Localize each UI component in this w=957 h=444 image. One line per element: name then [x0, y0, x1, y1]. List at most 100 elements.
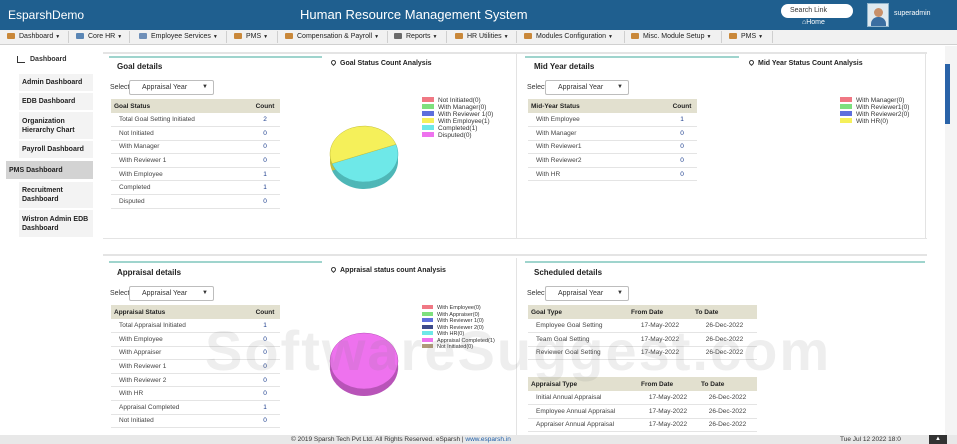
appraisal-select-label: Select	[110, 290, 130, 297]
legend-swatch	[422, 132, 434, 137]
appraisal-year-select[interactable]: Appraisal Year ▼	[129, 286, 214, 301]
sidebar-item-org-hierarchy[interactable]: Organization Hierarchy Chart	[19, 112, 93, 139]
pie-slice[interactable]	[329, 332, 399, 390]
panel-border-right	[925, 54, 926, 238]
sidebar: Dashboard Admin Dashboard EDB Dashboard …	[0, 46, 93, 444]
status-name: Not Initiated	[111, 126, 250, 141]
sched-from: 17-May-2022	[638, 418, 698, 433]
menu-hr-utilities[interactable]: HR Utilities ▼	[455, 30, 509, 44]
sidebar-item-wistron-admin-edb[interactable]: Wistron Admin EDB Dashboard	[19, 210, 93, 237]
status-count-link[interactable]: 0	[250, 140, 280, 155]
table-row: With Reviewer 10	[111, 359, 280, 374]
caret-down-icon: ▼	[55, 34, 61, 40]
appraisal-chart-title: Appraisal status count Analysis	[329, 265, 446, 274]
status-count-link[interactable]: 1	[250, 319, 280, 334]
scroll-top-button[interactable]: ▲	[929, 435, 947, 444]
caret-down-icon: ▼	[758, 34, 764, 40]
footer-website-link[interactable]: www.esparsh.in	[465, 436, 511, 443]
footer-datetime: Tue Jul 12 2022 18:0	[840, 436, 901, 443]
caret-down-icon: ▼	[212, 34, 218, 40]
status-count-link[interactable]: 2	[250, 113, 280, 128]
col-from-date: From Date	[628, 305, 692, 319]
brand-logo[interactable]: EsparshDemo	[8, 8, 84, 22]
goal-appraisal-year-select[interactable]: Appraisal Year ▼	[129, 80, 214, 95]
scrollbar-thumb[interactable]	[945, 64, 950, 124]
status-count-link[interactable]: 0	[250, 153, 280, 168]
col-count: Count	[667, 99, 697, 113]
sidebar-item-edb-dashboard[interactable]: EDB Dashboard	[19, 93, 93, 110]
midyear-details-title: Mid Year details	[534, 62, 595, 71]
status-count-link[interactable]: 1	[250, 167, 280, 182]
table-row: With Reviewer 10	[111, 153, 280, 168]
folder-icon	[631, 33, 639, 39]
top-header: EsparshDemo Human Resource Management Sy…	[0, 0, 957, 30]
table-row: Appraisal Completed 1	[111, 400, 280, 415]
status-count-link[interactable]: 0	[667, 167, 697, 182]
menu-core-hr[interactable]: Core HR ▼	[76, 30, 122, 44]
appraisal-chart-legend: With Employee(0) With Appraiser(0) With Re…	[422, 305, 495, 351]
menu-misc-module-setup[interactable]: Misc. Module Setup ▼	[631, 30, 711, 44]
menu-reports[interactable]: Reports ▼	[394, 30, 437, 44]
sidebar-item-admin-dashboard[interactable]: Admin Dashboard	[19, 74, 93, 91]
legend-label: With Employee(0)	[437, 305, 481, 311]
folder-icon	[285, 33, 293, 39]
menu-modules-configuration[interactable]: Modules Configuration ▼	[524, 30, 613, 44]
username-label[interactable]: superadmin	[894, 10, 931, 17]
status-count-link[interactable]: 0	[250, 386, 280, 402]
menu-employee-services[interactable]: Employee Services ▼	[139, 30, 218, 44]
status-count-link[interactable]: 0	[250, 373, 280, 388]
table-row: With Reviewer2 0	[528, 153, 697, 168]
legend-swatch	[422, 344, 433, 348]
table-row: Team Goal Setting 17-May-2022 26-Dec-2022	[528, 332, 757, 347]
sidebar-item-payroll-dashboard[interactable]: Payroll Dashboard	[19, 141, 93, 158]
avatar[interactable]	[867, 3, 889, 27]
status-count-link[interactable]: 0	[250, 194, 280, 209]
status-count-link[interactable]: 0	[250, 332, 280, 347]
legend-swatch	[422, 97, 434, 102]
sidebar-item-recruitment-dashboard[interactable]: Recruitment Dashboard	[19, 182, 93, 208]
sidebar-heading[interactable]: Dashboard	[0, 53, 93, 67]
status-count-link[interactable]: 1	[250, 400, 280, 415]
status-count-link[interactable]: 0	[667, 140, 697, 155]
status-name: Not Initiated	[111, 414, 250, 429]
menu-compensation-payroll[interactable]: Compensation & Payroll ▼	[285, 30, 379, 44]
status-count-link[interactable]: 0	[250, 359, 280, 374]
footer: © 2019 Sparsh Tech Pvt Ltd. All Rights R…	[0, 435, 957, 444]
panel-border-mid	[103, 238, 927, 239]
status-count-link[interactable]: 0	[667, 126, 697, 141]
legend-label: With Reviewer 1(0)	[438, 111, 494, 118]
status-name: With Reviewer 1	[111, 359, 250, 374]
caret-down-icon: ▼	[608, 34, 613, 40]
sched-type: Initial Annual Appraisal	[528, 391, 638, 406]
menu-dashboard[interactable]: Dashboard ▼	[7, 30, 60, 44]
scheduled-appraisal-year-select[interactable]: Appraisal Year ▼	[545, 286, 629, 301]
table-row: With Employee 1	[528, 113, 697, 128]
menu-pms-2[interactable]: PMS ▼	[729, 30, 763, 44]
status-count-link[interactable]: 0	[250, 414, 280, 429]
status-count-link[interactable]: 0	[667, 153, 697, 168]
legend-label: Not Initiated(0)	[437, 344, 474, 350]
chevron-down-icon: ▼	[617, 84, 623, 90]
caret-down-icon: ▼	[117, 34, 123, 40]
caret-down-icon: ▼	[432, 34, 438, 40]
panel-divider	[516, 54, 517, 239]
home-link[interactable]: ⌂Home	[802, 19, 825, 26]
chevron-down-icon: ▼	[202, 84, 208, 90]
status-count-link[interactable]: 0	[250, 126, 280, 141]
panel-border-mid2	[103, 254, 927, 256]
col-midyear-status: Mid-Year Status	[528, 99, 667, 113]
legend-label: Completed(1)	[438, 125, 478, 132]
menu-pms[interactable]: PMS ▼	[234, 30, 268, 44]
legend-label: With HR(0)	[437, 331, 465, 337]
table-row: Not Initiated 0	[111, 126, 280, 141]
status-count-link[interactable]: 1	[250, 180, 280, 196]
sidebar-item-pms-dashboard[interactable]: PMS Dashboard	[6, 161, 93, 179]
folder-icon	[234, 33, 242, 39]
status-count-link[interactable]: 1	[667, 113, 697, 128]
midyear-appraisal-year-select[interactable]: Appraisal Year ▼	[545, 80, 629, 95]
search-link-input[interactable]: Search Link	[781, 4, 853, 18]
folder-icon	[729, 33, 737, 39]
legend-swatch	[422, 111, 434, 116]
status-count-link[interactable]: 0	[250, 346, 280, 361]
goal-status-pie-chart	[329, 125, 399, 189]
